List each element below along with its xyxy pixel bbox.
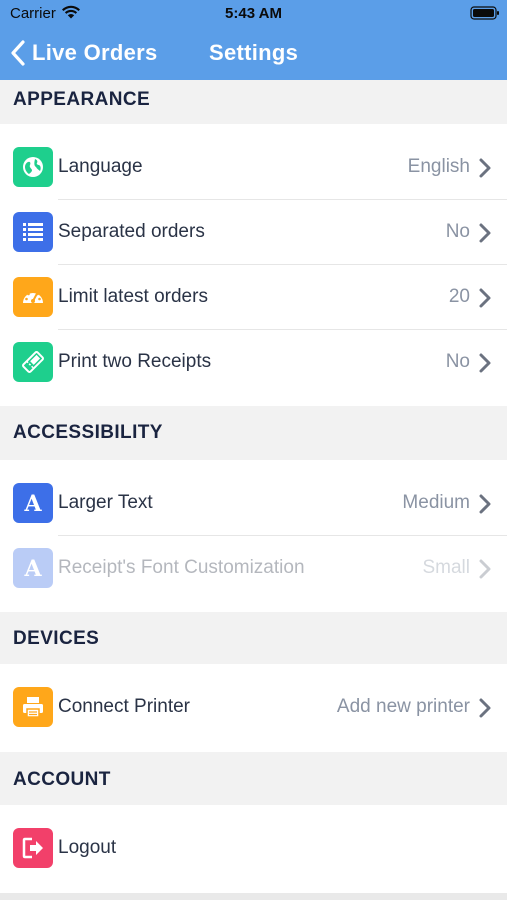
setting-value: No [445,221,470,242]
setting-label: Connect Printer [58,696,191,717]
setting-value: Add new printer [336,696,470,717]
chevron-right-icon [479,158,491,178]
setting-separated-orders[interactable]: Separated orders No [0,200,507,265]
section-header-devices: DEVICES [0,612,507,664]
section-header-account: ACCOUNT [0,752,507,805]
setting-label: Separated orders [58,221,205,242]
setting-label: Logout [58,837,117,858]
svg-text:A: A [23,491,42,516]
gauge-icon [13,277,53,317]
battery-icon [470,6,499,20]
setting-value: Medium [402,492,470,513]
setting-print-two-receipts[interactable]: Print two Receipts No [0,330,507,395]
setting-connect-printer[interactable]: Connect Printer Add new printer [0,675,507,740]
setting-value: No [445,351,470,372]
back-button-label: Live Orders [32,40,158,65]
svg-text:A: A [23,556,42,581]
globe-icon [13,147,53,187]
chevron-right-icon [479,223,491,243]
appearance-group: Language English Separated orders No Lim… [0,124,507,406]
setting-language[interactable]: Language English [0,135,507,200]
setting-label: Limit latest orders [58,286,208,307]
chevron-left-icon [11,40,25,66]
logout-icon [13,828,53,868]
setting-label: Print two Receipts [58,351,212,372]
navigation-bar: Live Orders Settings [0,30,507,76]
setting-limit-latest-orders[interactable]: Limit latest orders 20 [0,265,507,330]
chevron-right-icon [479,353,491,373]
back-button[interactable]: Live Orders [10,38,158,68]
chevron-right-icon [479,288,491,308]
setting-label: Receipt's Font Customization [58,557,305,578]
font-icon: A [13,483,53,523]
page-title: Settings [209,40,299,65]
logout-button[interactable]: Logout [0,816,507,881]
printer-icon [13,687,53,727]
accessibility-group: A Larger Text Medium A Receipt's Font Cu… [0,460,507,612]
chevron-right-icon [479,559,491,579]
section-header-appearance: APPEARANCE [0,80,507,124]
section-header-accessibility: ACCESSIBILITY [0,406,507,460]
setting-value: 20 [448,286,470,307]
status-bar: Carrier 5:43 AM [0,0,507,28]
setting-label: Language [58,156,143,177]
setting-receipt-font-customization: A Receipt's Font Customization Small [0,536,507,601]
account-group: Logout [0,805,507,893]
chevron-right-icon [479,698,491,718]
clock: 5:43 AM [225,5,282,22]
list-icon [13,212,53,252]
chevron-right-icon [479,494,491,514]
font-icon: A [13,548,53,588]
setting-label: Larger Text [58,492,153,513]
setting-larger-text[interactable]: A Larger Text Medium [0,471,507,536]
bottom-strip [0,893,507,900]
setting-value: English [407,156,470,177]
ticket-icon [13,342,53,382]
top-bar: Carrier 5:43 AM Live Orders Settings [0,0,507,80]
devices-group: Connect Printer Add new printer [0,664,507,752]
setting-value: Small [422,557,470,578]
